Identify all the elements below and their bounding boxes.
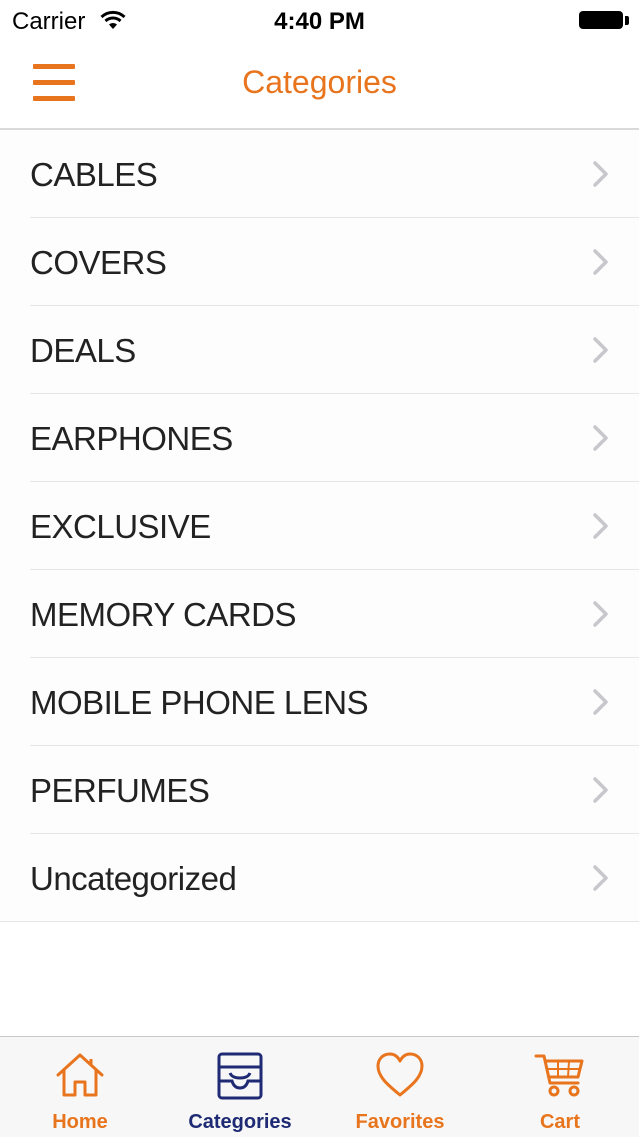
category-row[interactable]: DEALS xyxy=(0,306,639,394)
tab-cart[interactable]: Cart xyxy=(480,1037,639,1137)
tab-home[interactable]: Home xyxy=(0,1037,160,1137)
category-label: MOBILE PHONE LENS xyxy=(30,684,369,721)
tab-favorites[interactable]: Favorites xyxy=(320,1037,480,1137)
heart-icon xyxy=(376,1052,424,1097)
category-label: EARPHONES xyxy=(30,420,233,457)
navigation-bar: Categories xyxy=(0,40,639,130)
tab-label: Categories xyxy=(188,1111,292,1133)
tray-icon xyxy=(217,1052,263,1100)
category-label: MEMORY CARDS xyxy=(30,596,297,633)
category-row[interactable]: MOBILE PHONE LENS xyxy=(0,658,639,746)
chevron-right-icon xyxy=(593,249,608,275)
chevron-right-icon xyxy=(593,865,608,891)
status-bar: Carrier 4:40 PM xyxy=(0,0,639,40)
category-row[interactable]: COVERS xyxy=(0,218,639,306)
chevron-right-icon xyxy=(593,337,608,363)
category-label: EXCLUSIVE xyxy=(30,508,211,545)
chevron-right-icon xyxy=(593,689,608,715)
category-row[interactable]: EXCLUSIVE xyxy=(0,482,639,570)
category-list: CABLES COVERS DEALS EARPHONES EXCLUSIVE … xyxy=(0,130,639,922)
chevron-right-icon xyxy=(593,425,608,451)
category-row[interactable]: PERFUMES xyxy=(0,746,639,834)
tab-label: Cart xyxy=(539,1111,580,1133)
category-row[interactable]: EARPHONES xyxy=(0,394,639,482)
chevron-right-icon xyxy=(593,601,608,627)
cart-icon xyxy=(534,1054,584,1097)
battery-icon xyxy=(579,11,629,31)
home-icon xyxy=(56,1053,104,1097)
chevron-right-icon xyxy=(593,161,608,187)
tab-bar: Home Categories Favorites Cart xyxy=(0,1036,639,1137)
chevron-right-icon xyxy=(593,513,608,539)
tab-label: Favorites xyxy=(355,1111,445,1133)
category-label: COVERS xyxy=(30,244,167,281)
divider xyxy=(0,921,639,922)
category-row[interactable]: CABLES xyxy=(0,130,639,218)
category-row[interactable]: MEMORY CARDS xyxy=(0,570,639,658)
page-title: Categories xyxy=(242,64,397,100)
clock: 4:40 PM xyxy=(274,8,365,35)
category-label: DEALS xyxy=(30,332,136,369)
category-label: Uncategorized xyxy=(30,860,237,897)
category-label: PERFUMES xyxy=(30,772,210,809)
chevron-right-icon xyxy=(593,777,608,803)
category-label: CABLES xyxy=(30,156,158,193)
category-row[interactable]: Uncategorized xyxy=(0,834,639,922)
tab-label: Home xyxy=(52,1111,108,1133)
tab-categories[interactable]: Categories xyxy=(160,1037,320,1137)
